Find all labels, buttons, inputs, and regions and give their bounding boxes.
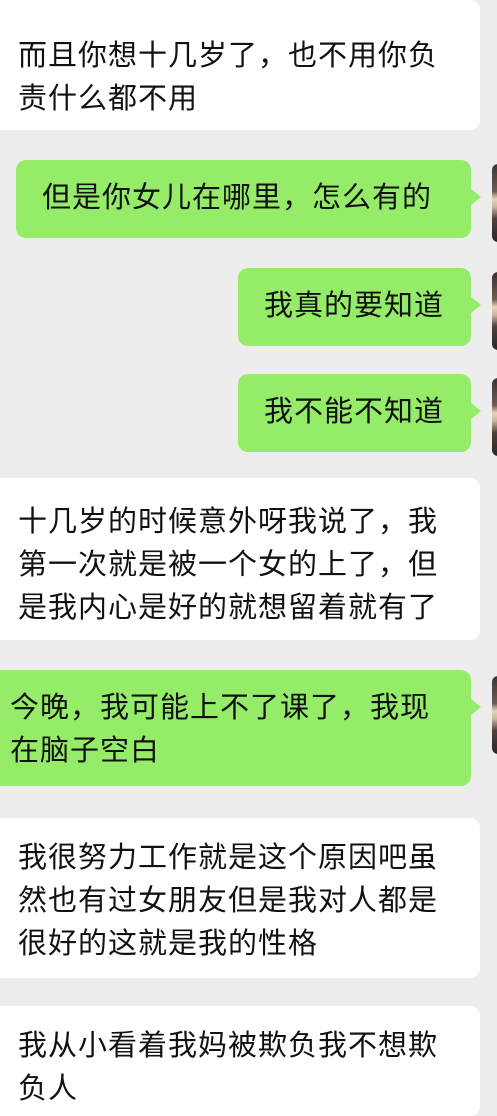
received-message-bubble[interactable]: 我很努力工作就是这个原因吧虽然也有过女朋友但是我对人都是很好的这就是我的性格 xyxy=(0,818,480,978)
message-text: 我从小看着我妈被欺负我不想欺负人 xyxy=(18,1028,439,1105)
sent-message-bubble[interactable]: 我真的要知道 xyxy=(238,268,481,346)
sent-message-bubble[interactable]: 我不能不知道 xyxy=(238,374,481,452)
my-avatar-icon[interactable] xyxy=(492,272,497,350)
received-message-bubble[interactable]: 十几岁的时候意外呀我说了，我第一次就是被一个女的上了，但是我内心是好的就想留着就… xyxy=(0,478,480,640)
message-text: 但是你女儿在哪里，怎么有的 xyxy=(42,180,433,214)
my-avatar-icon[interactable] xyxy=(492,164,497,242)
sent-message-bubble[interactable]: 但是你女儿在哪里，怎么有的 xyxy=(16,160,481,238)
message-text: 我真的要知道 xyxy=(264,288,445,322)
chat-message-list[interactable]: 而且你想十几岁了，也不用你负责什么都不用 但是你女儿在哪里，怎么有的 我真的要知… xyxy=(0,0,497,1116)
sent-message-bubble[interactable]: 今晚，我可能上不了课了，我现在脑子空白 xyxy=(0,670,481,786)
message-text: 今晚，我可能上不了课了，我现在脑子空白 xyxy=(10,690,431,767)
received-message-bubble[interactable]: 我从小看着我妈被欺负我不想欺负人 xyxy=(0,1006,480,1116)
my-avatar-icon[interactable] xyxy=(492,378,497,456)
my-avatar-icon[interactable] xyxy=(492,676,497,754)
message-text: 十几岁的时候意外呀我说了，我第一次就是被一个女的上了，但是我内心是好的就想留着就… xyxy=(18,504,439,624)
message-text: 而且你想十几岁了，也不用你负责什么都不用 xyxy=(18,38,439,115)
received-message-bubble[interactable]: 而且你想十几岁了，也不用你负责什么都不用 xyxy=(0,0,480,130)
message-text: 我很努力工作就是这个原因吧虽然也有过女朋友但是我对人都是很好的这就是我的性格 xyxy=(18,840,439,960)
message-text: 我不能不知道 xyxy=(264,394,445,428)
